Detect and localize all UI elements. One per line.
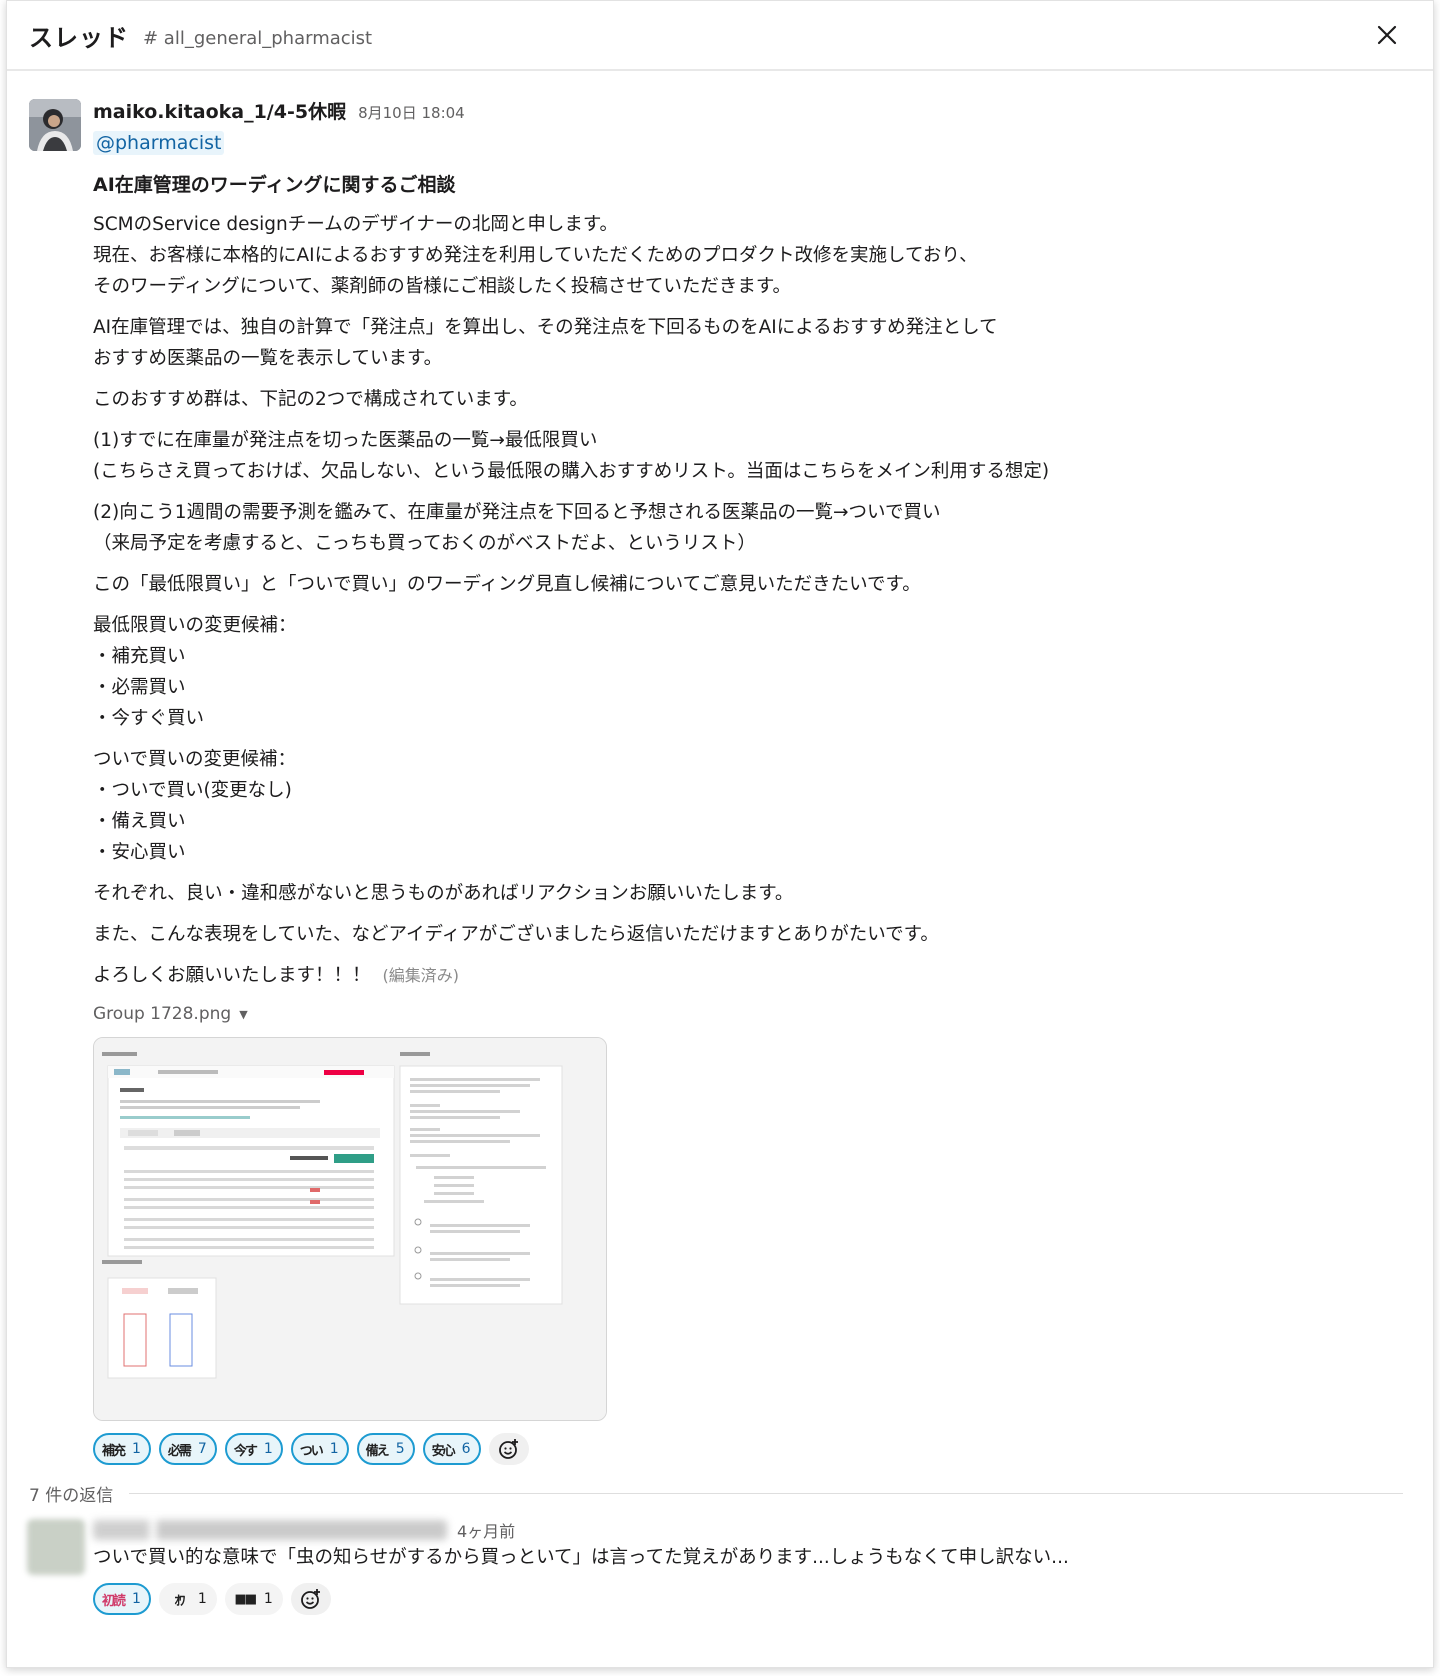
emoji-icon: 補充 [101, 1443, 126, 1459]
thread-header: スレッド # all_general_pharmacist [7, 1, 1433, 71]
message-paragraph: AI在庫管理では、独自の計算で「発注点」を算出し、その発注点を下回るものをAIに… [93, 317, 998, 369]
reaction-bar: 補充 1 必需 7 今す 1 つい 1 備え 5 安心 6 [93, 1433, 1413, 1465]
reply-author-name-blurred[interactable] [93, 1520, 447, 1540]
reply-reaction-2[interactable]: ｵﾜ 1 [158, 1583, 217, 1615]
reaction-count: 1 [263, 1591, 273, 1607]
reply-message: 4ヶ月前 ついで買い的な意味で「虫の知らせがするから買っといて」は言ってた覚えが… [7, 1511, 1433, 1615]
message-timestamp[interactable]: 8月10日 18:04 [358, 102, 465, 123]
thread-title: スレッド [29, 23, 129, 52]
reply-timestamp[interactable]: 4ヶ月前 [457, 1518, 515, 1542]
emoji-icon: つい [299, 1443, 324, 1459]
emoji-icon: ｵﾜ [174, 1593, 185, 1609]
mention-pharmacist[interactable]: @pharmacist [93, 131, 225, 155]
emoji-icon: 初読 [101, 1593, 126, 1609]
add-reaction-button[interactable] [290, 1583, 331, 1615]
reaction-imasugu[interactable]: 今す 1 [224, 1433, 283, 1465]
message-title: AI在庫管理のワーディングに関するご相談 [93, 174, 456, 196]
reaction-count: 1 [197, 1591, 207, 1607]
close-button[interactable] [1371, 19, 1403, 51]
closing-text: よろしくお願いいたします！！！ [93, 965, 371, 986]
message-paragraph: (2)向こう1週間の需要予測を鑑みて、在庫量が発注点を下回ると予想される医薬品の… [93, 502, 941, 554]
reaction-anshin[interactable]: 安心 6 [422, 1433, 481, 1465]
add-reaction-button[interactable] [488, 1433, 529, 1465]
channel-link[interactable]: # all_general_pharmacist [143, 28, 372, 49]
emoji-icon: 今す [233, 1443, 258, 1459]
parent-message: maiko.kitaoka_1/4-5休暇 8月10日 18:04 @pharm… [7, 71, 1433, 1465]
reaction-tsuide[interactable]: つい 1 [290, 1433, 349, 1465]
image-attachment[interactable] [93, 1037, 607, 1421]
divider [129, 1492, 1403, 1494]
message-paragraph: また、こんな表現をしていた、などアイディアがございましたら返信いただけますとあり… [93, 924, 939, 945]
add-reaction-icon [300, 1589, 320, 1609]
reply-text: ついで買い的な意味で「虫の知らせがするから買っといて」は言ってた覚えがあります.… [93, 1547, 1069, 1568]
emoji-icon: 安心 [431, 1443, 456, 1459]
reaction-count: 5 [395, 1441, 405, 1457]
reply-reaction-bar: 初読 1 ｵﾜ 1 ■■ 1 [93, 1583, 1413, 1615]
message-paragraph: このおすすめ群は、下記の2つで構成されています。 [93, 389, 528, 410]
emoji-icon: 備え [365, 1443, 390, 1459]
emoji-icon: 必需 [167, 1443, 192, 1459]
reaction-count: 1 [132, 1441, 141, 1457]
message-paragraph: この「最低限買い」と「ついで買い」のワーディング見直し候補についてご意見いただき… [93, 574, 921, 595]
message-paragraph: SCMのService designチームのデザイナーの北岡と申します。 現在、… [93, 214, 978, 297]
attachment-thumbnail [94, 1038, 606, 1420]
reaction-count: 1 [132, 1591, 141, 1607]
candidate-list: ついで買いの変更候補： ・ついで買い(変更なし) ・備え買い ・安心買い [93, 749, 296, 863]
message-paragraph: (1)すでに在庫量が発注点を切った医薬品の一覧→最低限買い (こちらさえ買ってお… [93, 430, 1050, 482]
reaction-count: 7 [197, 1441, 207, 1457]
add-reaction-icon [498, 1439, 518, 1459]
caret-down-icon: ▼ [239, 1007, 248, 1021]
candidate-list: 最低限買いの変更候補： ・補充買い ・必需買い ・今すぐ買い [93, 615, 297, 729]
emoji-icon: ■■ [234, 1591, 258, 1607]
file-name-toggle[interactable]: Group 1728.png ▼ [93, 999, 1413, 1029]
file-name: Group 1728.png [93, 1004, 232, 1024]
message-closing: よろしくお願いいたします！！！ (編集済み) [93, 960, 1413, 991]
reaction-count: 6 [461, 1441, 471, 1457]
reaction-hitsuju[interactable]: 必需 7 [158, 1433, 217, 1465]
replies-count: 7 件の返信 [29, 1485, 114, 1506]
reaction-count: 1 [329, 1441, 339, 1457]
reply-reaction-1[interactable]: 初読 1 [93, 1583, 151, 1615]
reaction-count: 1 [263, 1441, 273, 1457]
avatar[interactable] [29, 99, 81, 151]
message-paragraph: それぞれ、良い・違和感がないと思うものがあればリアクションお願いいたします。 [93, 883, 794, 904]
thread-panel: スレッド # all_general_pharmacist maiko.kita… [6, 0, 1434, 1668]
author-name[interactable]: maiko.kitaoka_1/4-5休暇 [93, 97, 346, 124]
reaction-hojuu[interactable]: 補充 1 [93, 1433, 151, 1465]
close-icon [1377, 25, 1397, 45]
reaction-sonae[interactable]: 備え 5 [356, 1433, 415, 1465]
reply-reaction-3[interactable]: ■■ 1 [224, 1583, 283, 1615]
avatar[interactable] [27, 1519, 85, 1575]
replies-divider: 7 件の返信 [7, 1475, 1433, 1511]
edited-label: (編集済み) [382, 966, 460, 985]
